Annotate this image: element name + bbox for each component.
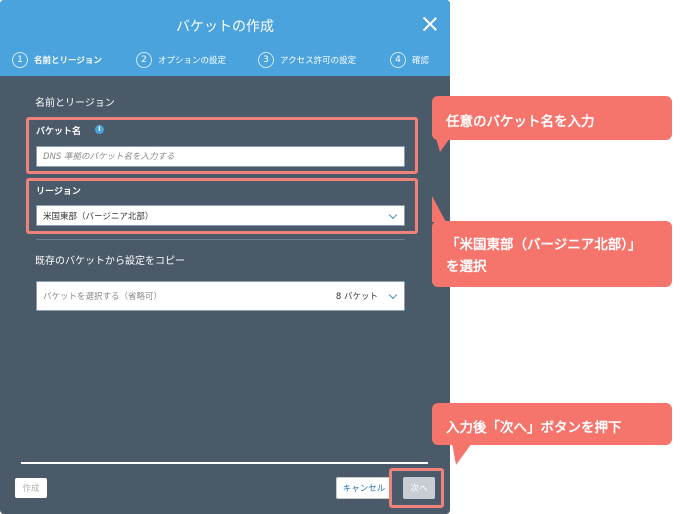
callout-text: 任意のバケット名を入力 — [446, 114, 595, 130]
step-name-and-region[interactable]: 1 名前とリージョン — [12, 48, 102, 72]
step-number: 3 — [258, 52, 274, 68]
step-number: 2 — [136, 52, 152, 68]
create-bucket-dialog: バケットの作成 1 名前とリージョン 2 オプションの設定 3 アクセス許可の設… — [0, 0, 450, 514]
close-icon[interactable] — [422, 16, 438, 32]
chevron-down-icon — [388, 290, 398, 300]
region-highlight — [26, 178, 418, 234]
step-label: 名前とリージョン — [34, 56, 102, 66]
next-button-highlight — [389, 468, 444, 508]
wizard-steps: 1 名前とリージョン 2 オプションの設定 3 アクセス許可の設定 4 確認 — [0, 48, 450, 72]
callout-text: を選択 — [446, 259, 487, 275]
step-number: 4 — [390, 52, 406, 68]
copy-settings-title: 既存のバケットから設定をコピー — [35, 256, 185, 267]
footer-divider — [21, 462, 428, 464]
copy-bucket-select[interactable]: バケットを選択する（省略可） 8 バケット — [36, 281, 405, 311]
copy-bucket-placeholder: バケットを選択する（省略可） — [43, 292, 163, 302]
cancel-button[interactable]: キャンセル — [336, 477, 392, 499]
step-permissions[interactable]: 3 アクセス許可の設定 — [258, 48, 356, 72]
callout-pointer — [452, 443, 472, 465]
step-options[interactable]: 2 オプションの設定 — [136, 48, 226, 72]
dialog-title: バケットの作成 — [176, 19, 274, 35]
step-label: 確認 — [412, 56, 430, 66]
step-review[interactable]: 4 確認 — [390, 48, 429, 72]
callout-text: 入力後「次へ」ボタンを押下 — [446, 420, 622, 436]
callout-pointer — [436, 138, 450, 152]
step-number: 1 — [12, 52, 28, 68]
callout-region: 「米国東部（バージニア北部）」 を選択 — [432, 221, 672, 287]
callout-next: 入力後「次へ」ボタンを押下 — [432, 403, 672, 445]
dialog-header: バケットの作成 1 名前とリージョン 2 オプションの設定 3 アクセス許可の設… — [0, 0, 450, 76]
section-title: 名前とリージョン — [35, 98, 115, 109]
callout-pointer — [432, 196, 446, 222]
bucket-count: 8 バケット — [335, 292, 378, 302]
create-button[interactable]: 作成 — [15, 478, 47, 498]
bucket-name-highlight — [26, 117, 418, 174]
step-label: アクセス許可の設定 — [280, 56, 357, 66]
callout-bucket-name: 任意のバケット名を入力 — [432, 96, 672, 140]
step-label: オプションの設定 — [158, 56, 227, 66]
divider — [36, 239, 405, 240]
callout-text: 「米国東部（バージニア北部）」 — [446, 237, 642, 253]
